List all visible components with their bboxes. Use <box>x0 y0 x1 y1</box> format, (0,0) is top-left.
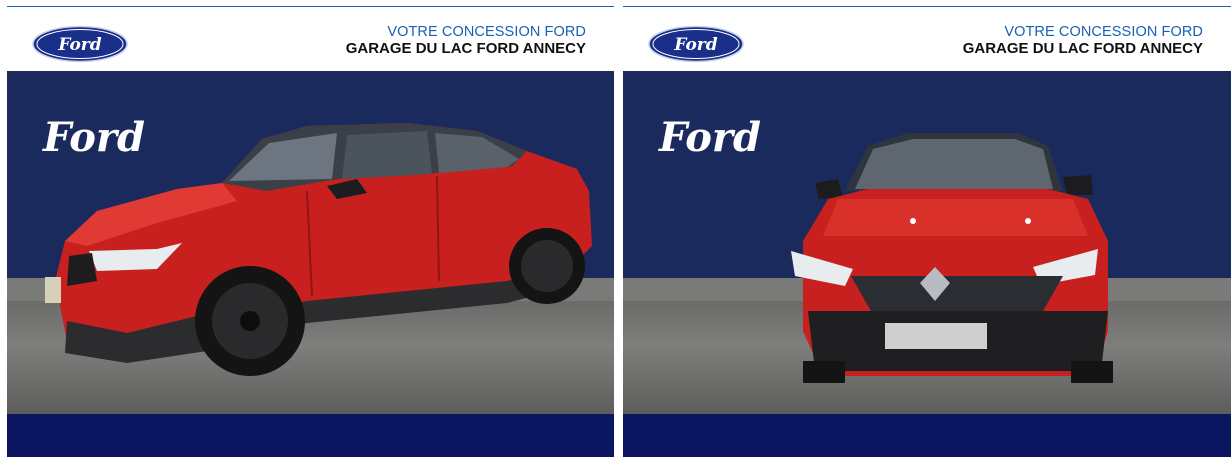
ford-oval-logo-icon: Ford <box>32 25 128 63</box>
dealer-name: GARAGE DU LAC FORD ANNECY <box>345 40 586 57</box>
dealer-tagline: VOTRE CONCESSION FORD <box>387 24 586 40</box>
listing-image-panel[interactable]: Ford VOTRE CONCESSION FORD GARAGE DU LAC… <box>623 0 1231 457</box>
svg-text:Ford: Ford <box>57 35 101 55</box>
dealer-tagline: VOTRE CONCESSION FORD <box>1004 24 1203 40</box>
photo-stage: Ford <box>7 71 614 414</box>
ford-oval-logo-icon: Ford <box>648 25 744 63</box>
dealer-header: Ford VOTRE CONCESSION FORD GARAGE DU LAC… <box>623 7 1231 71</box>
dealer-header: Ford VOTRE CONCESSION FORD GARAGE DU LAC… <box>7 7 614 71</box>
listing-image-panel[interactable]: Ford VOTRE CONCESSION FORD GARAGE DU LAC… <box>7 0 614 457</box>
car-side-view-image <box>45 123 592 376</box>
footer-bar <box>7 414 614 457</box>
footer-bar <box>623 414 1231 457</box>
dealer-name: GARAGE DU LAC FORD ANNECY <box>962 40 1203 57</box>
svg-text:Ford: Ford <box>673 35 717 55</box>
car-front-view-image <box>791 133 1113 383</box>
photo-stage: Ford <box>623 71 1231 414</box>
